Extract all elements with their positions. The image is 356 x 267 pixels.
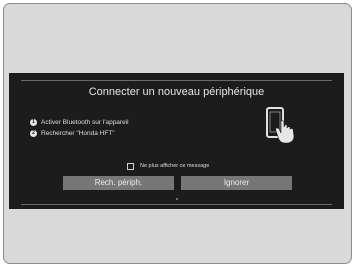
step-2: 2 Rechercher "Honda HFT" [30, 128, 115, 138]
phone-with-hand-icon [264, 105, 304, 150]
top-divider [21, 80, 332, 81]
dont-show-again-label: Ne plus afficher ce message [140, 163, 210, 169]
step-1: 1 Activer Bluetooth sur l'appareil [30, 117, 129, 127]
step-1-number: 1 [30, 118, 37, 126]
dont-show-again-row[interactable]: Ne plus afficher ce message [127, 161, 209, 171]
step-2-text: Rechercher "Honda HFT" [41, 129, 115, 137]
connect-device-dialog: Connecter un nouveau périphérique 1 Acti… [9, 73, 344, 209]
dont-show-again-checkbox[interactable] [127, 162, 134, 170]
step-2-number: 2 [30, 129, 37, 137]
dialog-title: Connecter un nouveau périphérique [88, 86, 265, 98]
scan-devices-button[interactable]: Rech. périph. [63, 176, 174, 190]
figure-frame: Connecter un nouveau périphérique 1 Acti… [3, 3, 352, 264]
page-indicator-dot [176, 198, 178, 200]
step-1-text: Activer Bluetooth sur l'appareil [41, 118, 129, 126]
bottom-divider [21, 204, 332, 205]
ignore-button[interactable]: Ignorer [181, 176, 292, 190]
